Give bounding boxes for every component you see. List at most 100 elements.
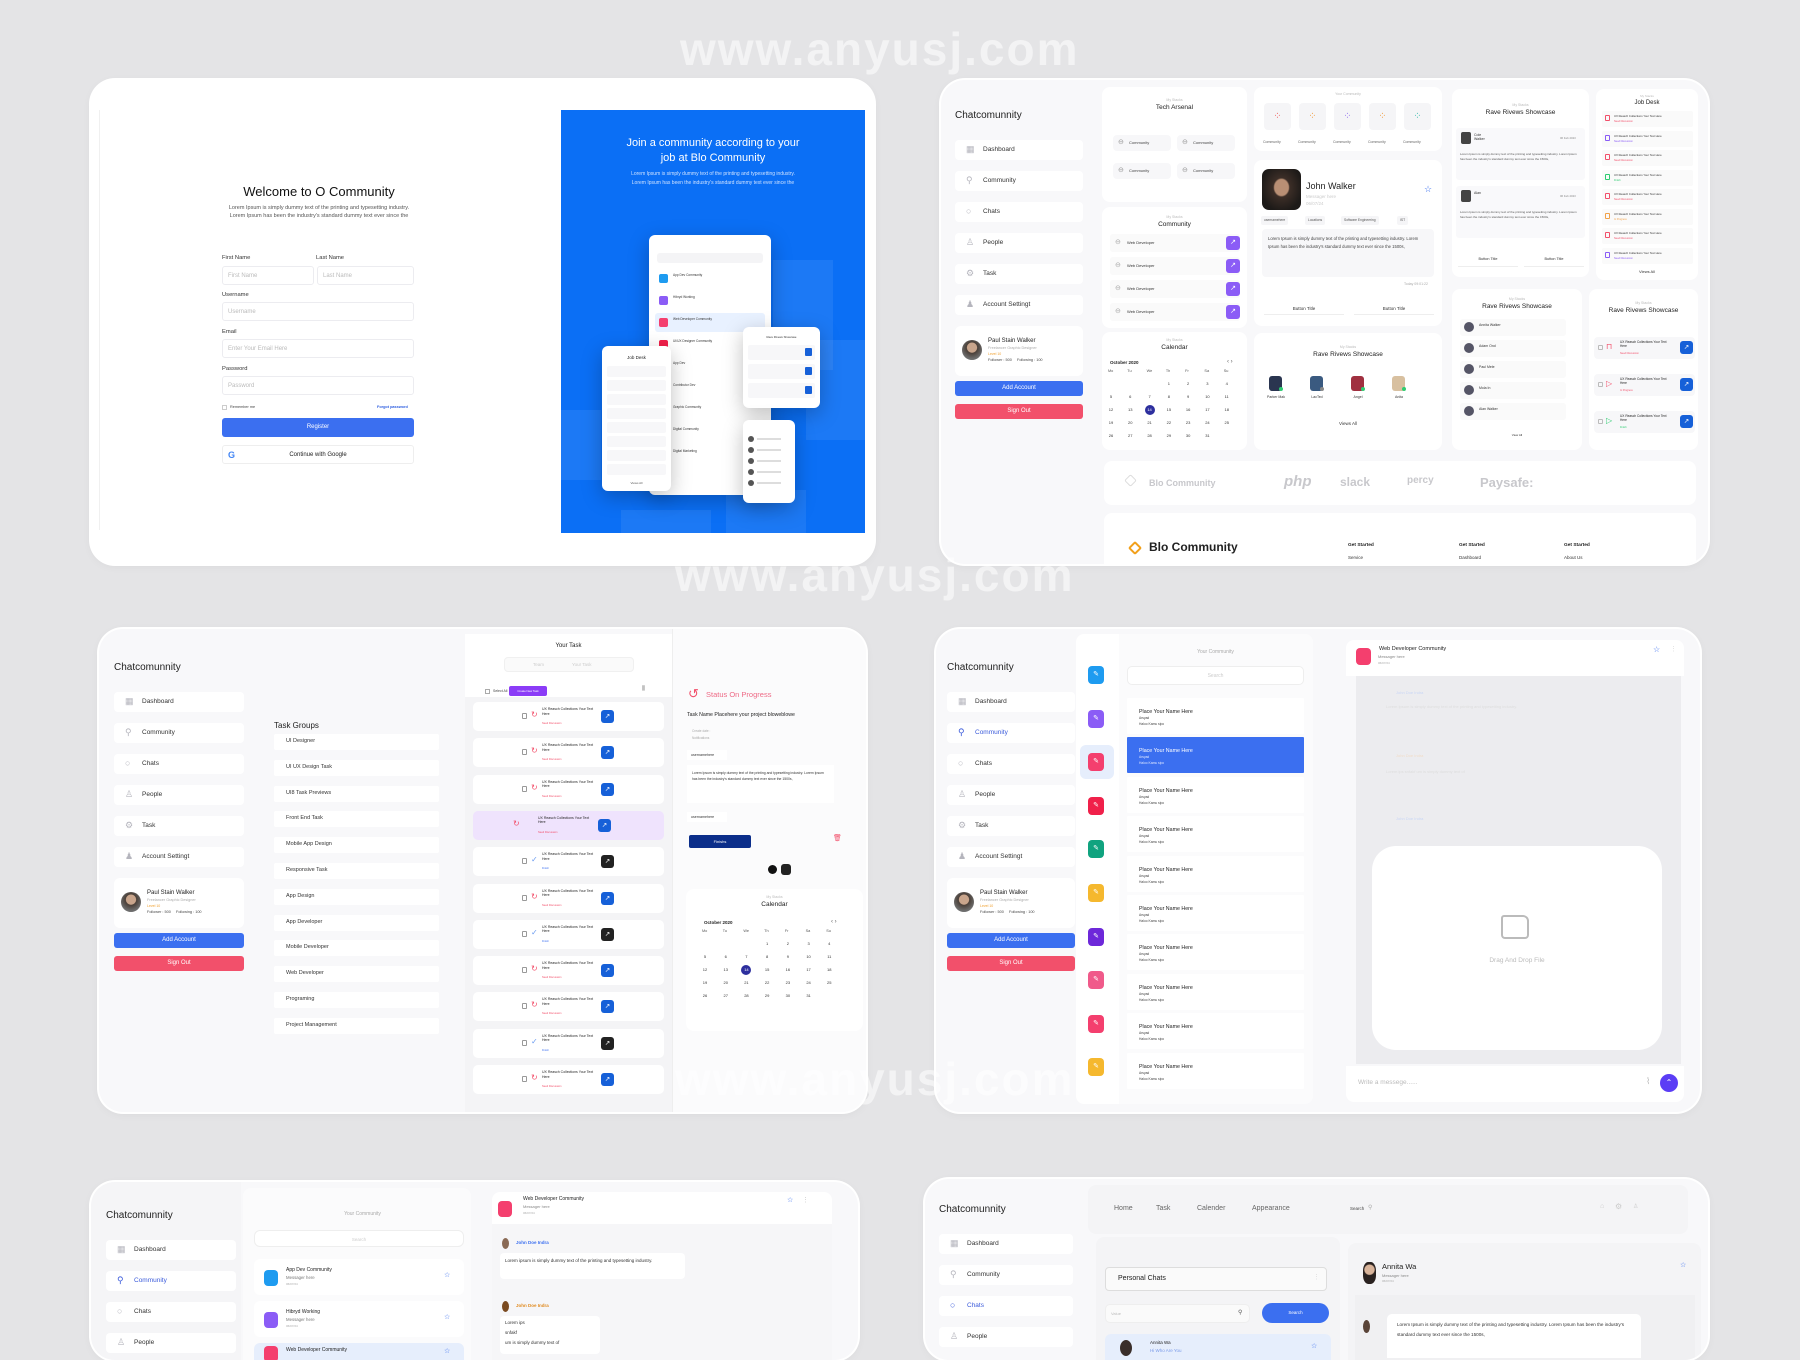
task-checkbox[interactable] — [522, 1076, 527, 1082]
open-arrow-button[interactable]: ↗ — [1226, 282, 1240, 296]
task-checkbox[interactable] — [522, 1039, 527, 1046]
open-arrow-button[interactable]: ↗ — [1680, 415, 1693, 428]
calendar-day[interactable]: 7 — [1145, 392, 1155, 402]
nav-home[interactable]: Home — [1114, 1205, 1133, 1212]
search-button[interactable]: Search — [1262, 1303, 1329, 1323]
calendar-day[interactable]: 13 — [721, 965, 731, 975]
sidebar-item-account-settingt[interactable]: ♟ Account Settingt — [114, 847, 244, 867]
sidebar-item-people[interactable]: ♙ People — [106, 1333, 236, 1353]
calendar-day[interactable]: 6 — [721, 952, 731, 962]
calendar-day[interactable]: 22 — [1164, 418, 1174, 428]
community-tile[interactable]: ⁘ — [1334, 103, 1361, 130]
calendar-day[interactable]: 19 — [700, 978, 710, 988]
community-search-input[interactable]: Search — [1127, 666, 1304, 685]
footer-link[interactable]: About Us — [1564, 555, 1583, 560]
community-list-item[interactable]: Hibryd Working Messager here 06/07/24 ☆ — [254, 1301, 464, 1337]
calendar-day[interactable]: 24 — [1202, 418, 1212, 428]
task-checkbox[interactable] — [1598, 382, 1603, 387]
sidebar-item-account-settingt[interactable]: ♟ Account Settingt — [947, 847, 1075, 867]
calendar-day[interactable]: 28 — [741, 991, 751, 1001]
task-group-item[interactable]: Mobile Developer — [274, 940, 439, 957]
attach-icon[interactable]: ⌇ — [1646, 1076, 1650, 1087]
calendar-day[interactable]: 4 — [824, 939, 834, 949]
calendar-day[interactable]: 22 — [762, 978, 772, 988]
sidebar-item-community[interactable]: ⚲ Community — [947, 723, 1075, 743]
tab-team[interactable]: Team — [533, 662, 544, 667]
nav-search-label[interactable]: Search — [1350, 1206, 1364, 1211]
calendar-day[interactable]: 29 — [1164, 431, 1174, 441]
filter-icon[interactable]: ⫼ — [642, 686, 645, 693]
calendar-nav-icon[interactable]: ‹ › — [831, 919, 837, 925]
community-tile[interactable]: ⁘ — [1404, 103, 1431, 130]
calendar-day[interactable]: 8 — [762, 952, 772, 962]
footer-link[interactable]: Service — [1348, 555, 1363, 560]
select-all-checkbox[interactable] — [485, 689, 490, 694]
user-icon[interactable]: ♙ — [1633, 1203, 1638, 1210]
contact-item[interactable]: Annita Wa Hi Who Are You ☆ — [1105, 1334, 1331, 1360]
calendar-day[interactable]: 4 — [1222, 379, 1232, 389]
tab-your-task[interactable]: Your Task — [572, 662, 592, 667]
sidebar-item-community[interactable]: ⚲ Community — [114, 723, 244, 743]
password-input[interactable]: Password — [222, 376, 414, 395]
calendar-day[interactable]: 7 — [741, 952, 751, 962]
calendar-day[interactable]: 30 — [1183, 431, 1193, 441]
community-avatar-icon[interactable]: ✎ — [1088, 1014, 1104, 1033]
favorite-star-icon[interactable]: ☆ — [444, 1313, 450, 1321]
task-row[interactable]: ↻ UX Reasch Collections Your Text Here Nee… — [473, 774, 664, 804]
calendar-day[interactable]: 15 — [762, 965, 772, 975]
nav-task[interactable]: Task — [1156, 1205, 1170, 1212]
community-list-item[interactable]: Place Your Name Here Arsyad Haloo Kamu sip… — [1127, 1052, 1304, 1089]
sidebar-item-chats[interactable]: ○ Chats — [939, 1296, 1073, 1316]
calendar-day[interactable]: 21 — [1145, 418, 1155, 428]
calendar-day-selected[interactable]: 14 — [741, 965, 752, 975]
task-group-item[interactable]: Project Management — [274, 1017, 439, 1034]
add-account-button[interactable]: Add Account — [947, 933, 1075, 948]
open-arrow-button[interactable]: ↗ — [601, 1073, 614, 1086]
task-checkbox[interactable] — [522, 785, 527, 792]
calendar-day[interactable]: 19 — [1106, 418, 1116, 428]
calendar-day[interactable]: 20 — [1125, 418, 1135, 428]
calendar-day[interactable]: 5 — [700, 952, 710, 962]
community-list-item[interactable]: Place Your Name Here Arsyad Haloo Kamu sip… — [1127, 737, 1304, 774]
calendar-day[interactable]: 29 — [762, 991, 772, 1001]
sidebar-item-chats[interactable]: ○ Chats — [955, 202, 1083, 222]
sidebar-item-chats[interactable]: ○ Chats — [947, 754, 1075, 774]
favorite-star-icon[interactable]: ☆ — [787, 1196, 793, 1204]
sidebar-item-account-settingt[interactable]: ♟ Account Settingt — [955, 295, 1083, 315]
button-title[interactable]: Button Title — [1354, 302, 1434, 315]
job-desk-item[interactable]: UX Reasch Collections Your Text Here Need… — [1602, 130, 1693, 147]
task-row[interactable]: ✓ UX Reasch Collections Your Text Here Fin… — [473, 919, 664, 949]
google-button[interactable]: G Continue with Google — [222, 445, 414, 464]
task-item[interactable]: ⊓ UX Reasch Collections Your Text Here Nee… — [1594, 337, 1695, 359]
task-row[interactable]: ↻ UX Reasch Collections Your Text Here Nee… — [473, 992, 664, 1022]
calendar-day[interactable]: 12 — [700, 965, 710, 975]
task-checkbox[interactable] — [522, 930, 527, 937]
sidebar-item-task[interactable]: ⚙ Task — [114, 816, 244, 836]
sidebar-item-dashboard[interactable]: ▦ Dashboard — [947, 692, 1075, 712]
calendar-day[interactable]: 24 — [804, 978, 814, 988]
task-group-item[interactable]: App Developer — [274, 914, 439, 931]
drag-drop-zone[interactable]: Drag And Drop File — [1372, 846, 1662, 1050]
calendar-day[interactable]: 2 — [1183, 379, 1193, 389]
task-checkbox[interactable] — [522, 967, 527, 974]
sidebar-item-community[interactable]: ⚲ Community — [955, 171, 1083, 191]
sidebar-item-task[interactable]: ⚙ Task — [947, 816, 1075, 836]
task-row[interactable]: ↻ UX Reasch Collections Your Text Here Nee… — [473, 956, 664, 986]
tech-chip[interactable]: ⊖ Community — [1113, 163, 1171, 179]
calendar-day[interactable]: 16 — [783, 965, 793, 975]
open-arrow-button[interactable]: ↗ — [1680, 341, 1693, 354]
calendar-day[interactable]: 20 — [721, 978, 731, 988]
calendar-day[interactable]: 10 — [1202, 392, 1212, 402]
task-row[interactable]: ✓ UX Reasch Collections Your Text Here Fin… — [473, 847, 664, 877]
sidebar-item-people[interactable]: ♙ People — [955, 233, 1083, 253]
task-checkbox[interactable] — [522, 713, 527, 719]
task-checkbox[interactable] — [1598, 419, 1603, 424]
community-list-item[interactable]: Place Your Name Here Arsyad Haloo Kamu sip… — [1127, 855, 1304, 892]
calendar-day[interactable]: 26 — [700, 991, 710, 1001]
community-list-item[interactable]: Place Your Name Here Arsyad Haloo Kamu sip… — [1127, 973, 1304, 1010]
open-arrow-button[interactable]: ↗ — [601, 855, 614, 869]
job-desk-item[interactable]: UX Reasch Collections Your Text Here Need… — [1602, 150, 1693, 166]
favorite-star-icon[interactable]: ☆ — [1653, 645, 1660, 654]
calendar-day[interactable]: 17 — [804, 965, 814, 975]
task-group-item[interactable]: UI8 Task Previews — [274, 785, 439, 802]
